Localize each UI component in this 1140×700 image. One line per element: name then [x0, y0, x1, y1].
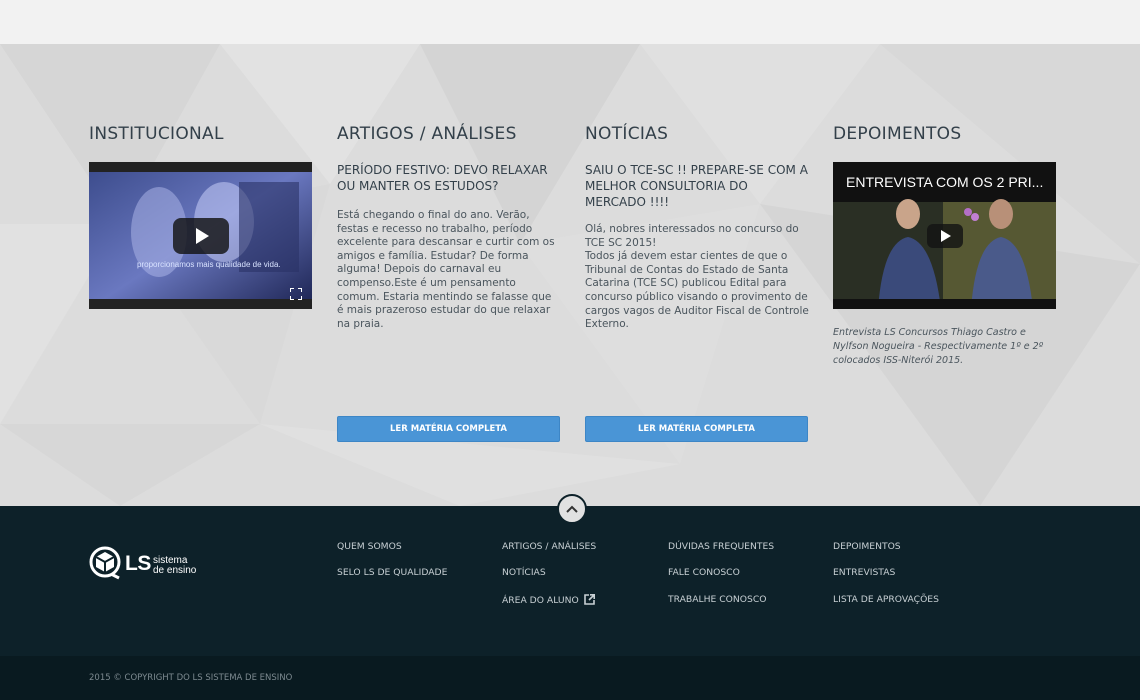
footer-link-selo[interactable]: SELO LS DE QUALIDADE [337, 567, 447, 593]
artigos-column: ARTIGOS / ANÁLISES PERÍODO FESTIVO: DEVO… [337, 122, 561, 331]
video-title: ENTREVISTA COM OS 2 PRI... [846, 174, 1044, 190]
footer-link-area-do-aluno[interactable]: ÁREA DO ALUNO [502, 593, 596, 620]
depoimentos-caption: Entrevista LS Concursos Thiago Castro e … [833, 327, 1044, 366]
footer-link-entrevistas[interactable]: ENTREVISTAS [833, 567, 939, 593]
footer-link-quem-somos[interactable]: QUEM SOMOS [337, 541, 447, 567]
logo-subtext: sistema de ensino [153, 556, 196, 576]
footer-column-1: QUEM SOMOS SELO LS DE QUALIDADE [337, 541, 447, 594]
footer-link-trabalhe-conosco[interactable]: TRABALHE CONOSCO [668, 594, 774, 620]
artigos-article-title[interactable]: PERÍODO FESTIVO: DEVO RELAXAR OU MANTER … [337, 162, 561, 209]
footer-link-artigos[interactable]: ARTIGOS / ANÁLISES [502, 541, 596, 567]
footer-link-noticias[interactable]: NOTÍCIAS [502, 567, 596, 593]
external-link-icon [583, 593, 595, 605]
footer: LS sistema de ensino QUEM SOMOS SELO LS … [0, 506, 1140, 656]
footer-column-3: DÚVIDAS FREQUENTES FALE CONOSCO TRABALHE… [668, 541, 774, 620]
institucional-column: INSTITUCIONAL proporcionamos mais qualid… [89, 122, 313, 309]
depoimentos-heading: DEPOIMENTOS [833, 124, 962, 144]
depoimentos-video[interactable]: ENTREVISTA COM OS 2 PRI... [833, 162, 1056, 309]
institucional-heading: INSTITUCIONAL [89, 124, 224, 144]
play-icon[interactable] [172, 217, 229, 254]
depoimentos-column: DEPOIMENTOS ENTREVISTA COM OS 2 PRI... E… [833, 122, 1057, 368]
ls-logo-icon [89, 546, 121, 580]
read-more-artigos-button[interactable]: LER MATÉRIA COMPLETA [337, 416, 560, 442]
artigos-heading: ARTIGOS / ANÁLISES [337, 124, 517, 144]
noticias-column: NOTÍCIAS SAIU O TCE-SC !! PREPARE-SE COM… [585, 122, 809, 332]
top-strip [0, 0, 1140, 44]
play-icon[interactable] [926, 223, 963, 248]
footer-link-aprovacoes[interactable]: LISTA DE APROVAÇÕES [833, 594, 939, 620]
chevron-up-icon [566, 505, 578, 513]
content-section: INSTITUCIONAL proporcionamos mais qualid… [0, 44, 1140, 506]
noticias-heading: NOTÍCIAS [585, 124, 669, 144]
noticias-article-title[interactable]: SAIU O TCE-SC !! PREPARE-SE COM A MELHOR… [585, 162, 809, 223]
footer-link-depoimentos[interactable]: DEPOIMENTOS [833, 541, 939, 567]
institucional-video[interactable]: proporcionamos mais qualidade de vida. [89, 162, 312, 309]
video-overlay-text: proporcionamos mais qualidade de vida. [137, 260, 281, 269]
noticias-article-body: Olá, nobres interessados no concurso do … [585, 223, 809, 331]
copyright-text: 2015 © COPYRIGHT DO LS SISTEMA DE ENSINO [89, 673, 293, 683]
fullscreen-icon[interactable] [290, 288, 302, 300]
copyright-bar: 2015 © COPYRIGHT DO LS SISTEMA DE ENSINO [0, 656, 1140, 700]
footer-link-area-do-aluno-label: ÁREA DO ALUNO [502, 594, 579, 606]
ls-logo[interactable]: LS sistema de ensino [89, 544, 209, 584]
footer-column-4: DEPOIMENTOS ENTREVISTAS LISTA DE APROVAÇ… [833, 541, 939, 620]
footer-link-fale-conosco[interactable]: FALE CONOSCO [668, 567, 774, 593]
logo-mark: LS [125, 552, 151, 575]
artigos-article-body: Está chegando o final do ano. Verão, fes… [337, 209, 555, 330]
footer-link-duvidas[interactable]: DÚVIDAS FREQUENTES [668, 541, 774, 567]
scroll-top-button[interactable] [557, 494, 587, 524]
footer-column-2: ARTIGOS / ANÁLISES NOTÍCIAS ÁREA DO ALUN… [502, 541, 596, 620]
logo-line-2: de ensino [153, 565, 197, 576]
read-more-noticias-button[interactable]: LER MATÉRIA COMPLETA [585, 416, 808, 442]
